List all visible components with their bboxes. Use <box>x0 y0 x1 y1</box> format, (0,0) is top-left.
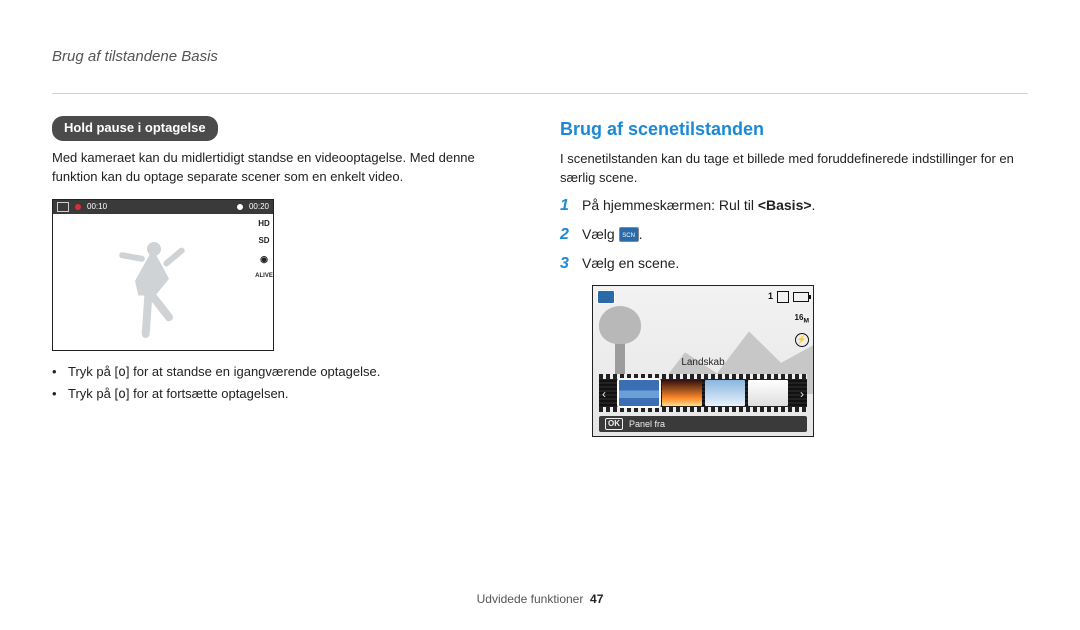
chevron-left-icon[interactable]: ‹ <box>602 386 606 403</box>
step-text-post: . <box>812 197 816 213</box>
section-title: Brug af scenetilstanden <box>560 116 1028 142</box>
mic-icon: ◉ <box>260 253 268 266</box>
step-number: 3 <box>560 252 574 275</box>
flash-icon: ⚡ <box>795 333 809 347</box>
panel-toggle-bar[interactable]: OK Panel fra <box>599 416 807 432</box>
preview-stage <box>53 214 255 350</box>
status-icons: 1 <box>768 290 809 303</box>
bullet-item: • Tryk på [o] for at standse en igangvær… <box>52 363 520 383</box>
right-column: Brug af scenetilstanden I scenetilstande… <box>560 116 1028 437</box>
chevron-right-icon[interactable]: › <box>800 386 804 403</box>
paragraph: I scenetilstanden kan du tage et billede… <box>560 150 1028 188</box>
ok-badge-icon: OK <box>605 418 623 430</box>
scene-thumbnail[interactable] <box>619 380 659 406</box>
alive-badge: ALIVE <box>255 272 273 281</box>
step-text: Vælg en scene. <box>582 253 679 273</box>
total-time: 00:20 <box>249 201 269 213</box>
bullet-list: • Tryk på [o] for at standse en igangvær… <box>52 363 520 406</box>
battery-icon <box>793 292 809 302</box>
scene-thumbnail[interactable] <box>748 380 788 406</box>
scene-name-label: Landskab <box>593 356 813 371</box>
page-footer: Udvidede funktioner 47 <box>0 592 1080 606</box>
step-number: 1 <box>560 194 574 217</box>
bullet-item: • Tryk på [o] for at fortsætte optagelse… <box>52 385 520 405</box>
bullet-dot-icon: • <box>52 363 62 383</box>
left-column: Hold pause i optagelse Med kameraet kan … <box>52 116 520 437</box>
bullet-text-post: ] for at fortsætte optagelsen. <box>126 386 289 401</box>
sd-card-icon <box>777 291 789 303</box>
sd-badge: SD <box>258 235 269 247</box>
two-column-layout: Hold pause i optagelse Med kameraet kan … <box>52 116 1028 437</box>
shots-remaining: 1 <box>768 290 773 303</box>
panel-toggle-label: Panel fra <box>629 418 665 431</box>
page-number: 47 <box>590 592 603 606</box>
step-text: Vælg <box>582 226 619 242</box>
scene-mode-badge-icon <box>597 290 615 304</box>
pause-dot-icon <box>237 204 243 210</box>
dancer-silhouette-icon <box>117 242 187 342</box>
running-head: Brug af tilstandene Basis <box>52 48 1028 65</box>
picture-icon <box>57 202 69 212</box>
step-3: 3 Vælg en scene. <box>560 252 1028 275</box>
step-1: 1 På hjemmeskærmen: Rul til <Basis>. <box>560 194 1028 217</box>
bullet-text-post: ] for at standse en igangværende optagel… <box>126 364 380 379</box>
scene-thumbnail[interactable] <box>662 380 702 406</box>
step-2: 2 Vælg . <box>560 223 1028 246</box>
scene-thumbnail[interactable] <box>705 380 745 406</box>
scene-mode-icon <box>619 227 639 242</box>
manual-page: Brug af tilstandene Basis Hold pause i o… <box>0 0 1080 630</box>
subsection-pill: Hold pause i optagelse <box>52 116 218 141</box>
paragraph: Med kameraet kan du midlertidigt standse… <box>52 149 520 187</box>
bullet-key-placeholder: o <box>118 387 126 402</box>
tree-crown-icon <box>599 306 641 344</box>
step-number: 2 <box>560 223 574 246</box>
recording-sidebar: HD SD ◉ ALIVE <box>255 214 273 351</box>
scene-thumbnail-strip[interactable]: ‹ › <box>599 374 807 412</box>
step-text: På hjemmeskærmen: Rul til <box>582 197 758 213</box>
step-bold: <Basis> <box>758 197 812 213</box>
step-text-post: . <box>639 226 643 242</box>
hd-badge: HD <box>258 218 270 230</box>
bullet-text-pre: Tryk på [ <box>68 386 118 401</box>
record-dot-icon <box>75 204 81 210</box>
elapsed-time: 00:10 <box>87 201 107 213</box>
footer-section: Udvidede funktioner <box>477 592 584 606</box>
head-rule <box>52 93 1028 94</box>
resolution-badge: 16M <box>795 312 809 326</box>
bullet-text-pre: Tryk på [ <box>68 364 118 379</box>
bullet-key-placeholder: o <box>118 365 126 380</box>
settings-icons: 16M ⚡ <box>795 312 809 346</box>
video-pause-screenshot: 00:10 00:20 HD <box>52 199 274 351</box>
recording-topbar: 00:10 00:20 <box>53 200 273 214</box>
bullet-dot-icon: • <box>52 385 62 405</box>
scene-mode-screenshot: 1 16M ⚡ Landskab ‹ › <box>592 285 814 437</box>
